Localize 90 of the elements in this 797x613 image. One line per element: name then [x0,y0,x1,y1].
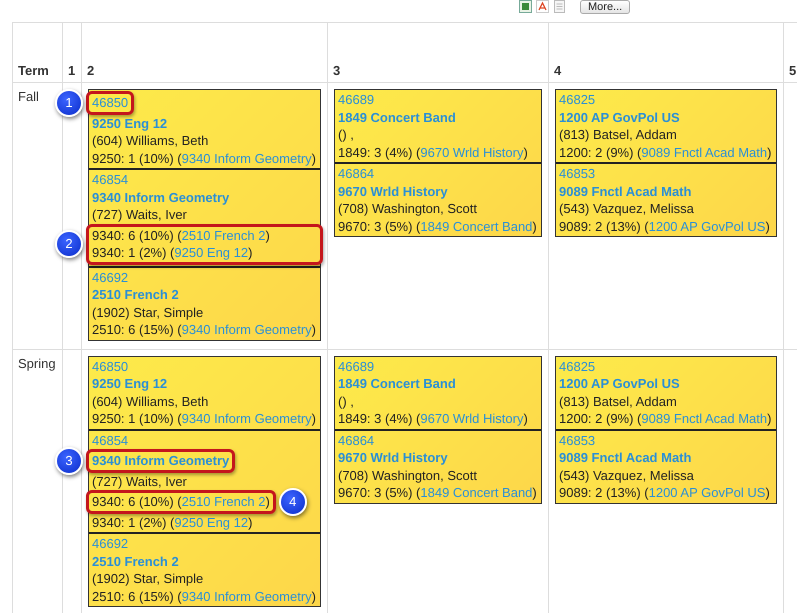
course-link[interactable]: 9340 Inform Geometry [182,322,312,337]
course-title-link[interactable]: 9089 Fnctl Acad Math [559,182,692,200]
document-icon[interactable] [553,0,566,13]
enrollment-line: 9089: 2 (13%) (1200 AP GovPol US) [559,484,771,502]
course-title-link[interactable]: 2510 French 2 [92,552,179,570]
section-id-link[interactable]: 46853 [559,165,596,182]
section-id-link[interactable]: 46850 [92,94,128,112]
column-header: Term [18,62,49,79]
column-header: 3 [333,62,340,79]
teacher-name: (813) Batsel, Addam [559,126,677,144]
enrollment-line: 9250: 1 (10%) (9340 Inform Geometry) [92,410,317,428]
teacher-name: (708) Washington, Scott [338,466,477,484]
course-title-link[interactable]: 9250 Eng 12 [92,375,168,392]
section-id-link[interactable]: 46825 [559,91,596,108]
callout-badge: 2 [55,230,83,258]
teacher-name: (727) Waits, Iver [92,472,187,490]
course-title-link[interactable]: 2510 French 2 [92,286,179,304]
course-link[interactable]: 9340 Inform Geometry [182,150,312,166]
enrollment-line: 1849: 3 (4%) (9670 Wrld History) [338,144,529,161]
column-header: 4 [554,62,562,79]
section-id-link[interactable]: 46692 [92,535,128,552]
course-link[interactable]: 9250 Eng 12 [174,245,248,260]
callout-badge: 3 [55,446,83,475]
callout-badge: 1 [55,88,83,117]
enrollment-line: 9089: 2 (13%) (1200 AP GovPol US) [559,218,771,235]
course-link[interactable]: 1849 Concert Band [420,485,532,500]
pdf-icon[interactable] [536,0,549,13]
column-header: 5 [789,62,796,79]
teacher-name: (708) Washington, Scott [338,200,477,218]
section-id-link[interactable]: 46864 [338,432,374,449]
callout-badge: 4 [278,488,307,516]
teacher-name: (813) Batsel, Addam [559,392,677,410]
term-label: Fall [18,89,39,104]
course-link[interactable]: 9670 Wrld History [420,411,524,426]
section-id-link[interactable]: 46854 [92,171,128,188]
teacher-name: (543) Vazquez, Melissa [559,200,694,218]
course-title-link[interactable]: 9670 Wrld History [338,182,448,200]
course-title-link[interactable]: 9250 Eng 12 [92,114,168,132]
column-header: 2 [87,62,94,79]
course-link[interactable]: 2510 French 2 [182,494,266,509]
course-link[interactable]: 9340 Inform Geometry [182,588,312,604]
section-id-link[interactable]: 46689 [338,91,374,108]
teacher-name: (727) Waits, Iver [92,206,187,224]
term-label: Spring [18,356,56,370]
teacher-name: () , [338,392,354,410]
enrollment-line: 9670: 3 (5%) (1849 Concert Band) [338,484,538,502]
section-id-link[interactable]: 46692 [92,268,128,286]
section-id-link[interactable]: 46689 [338,358,374,375]
enrollment-line: 1849: 3 (4%) (9670 Wrld History) [338,410,529,428]
course-link[interactable]: 9670 Wrld History [420,144,524,160]
section-id-link[interactable]: 46825 [559,358,596,375]
course-link[interactable]: 9250 Eng 12 [174,514,248,530]
enrollment-line: 9340: 6 (10%) (2510 French 2) [92,226,271,244]
column-header: 1 [68,62,76,79]
teacher-name: () , [338,126,354,144]
course-link[interactable]: 9340 Inform Geometry [182,411,312,426]
course-link[interactable]: 1200 AP GovPol US [648,218,766,234]
enrollment-line: 1200: 2 (9%) (9089 Fnctl Acad Math) [559,410,772,428]
teacher-name: (604) Williams, Beth [92,132,208,150]
enrollment-line: 9250: 1 (10%) (9340 Inform Geometry) [92,150,317,167]
enrollment-line: 9670: 3 (5%) (1849 Concert Band) [338,218,538,235]
course-link[interactable]: 1200 AP GovPol US [648,485,766,500]
section-id-link[interactable]: 46854 [92,432,128,449]
more-button[interactable]: More... [580,0,630,14]
course-title-link[interactable]: 1849 Concert Band [338,108,456,126]
course-link[interactable]: 9089 Fnctl Acad Math [641,411,768,426]
teacher-name: (1902) Star, Simple [92,570,204,588]
enrollment-line: 9340: 1 (2%) (9250 Eng 12) [92,514,254,531]
course-title-link[interactable]: 9089 Fnctl Acad Math [559,449,692,466]
course-title-link[interactable]: 1200 AP GovPol US [559,375,680,392]
teacher-name: (543) Vazquez, Melissa [559,466,694,484]
course-title-link[interactable]: 9340 Inform Geometry [92,452,230,470]
course-title-link[interactable]: 9340 Inform Geometry [92,188,230,206]
teacher-name: (604) Williams, Beth [92,392,208,410]
course-link[interactable]: 1849 Concert Band [420,218,532,234]
spreadsheet-icon[interactable] [519,0,532,13]
teacher-name: (1902) Star, Simple [92,304,204,321]
course-link[interactable]: 9089 Fnctl Acad Math [641,144,768,160]
enrollment-line: 2510: 6 (15%) (9340 Inform Geometry) [92,588,317,605]
enrollment-line: 2510: 6 (15%) (9340 Inform Geometry) [92,321,317,338]
course-link[interactable]: 2510 French 2 [182,228,266,242]
course-title-link[interactable]: 1200 AP GovPol US [559,108,680,126]
course-title-link[interactable]: 1849 Concert Band [338,375,456,392]
enrollment-line: 9340: 6 (10%) (2510 French 2) [92,493,270,510]
section-id-link[interactable]: 46853 [559,432,596,449]
course-title-link[interactable]: 9670 Wrld History [338,449,448,466]
enrollment-line: 1200: 2 (9%) (9089 Fnctl Acad Math) [559,144,772,161]
section-id-link[interactable]: 46850 [92,358,128,375]
section-id-link[interactable]: 46864 [338,165,374,182]
enrollment-line: 9340: 1 (2%) (9250 Eng 12) [92,244,254,262]
